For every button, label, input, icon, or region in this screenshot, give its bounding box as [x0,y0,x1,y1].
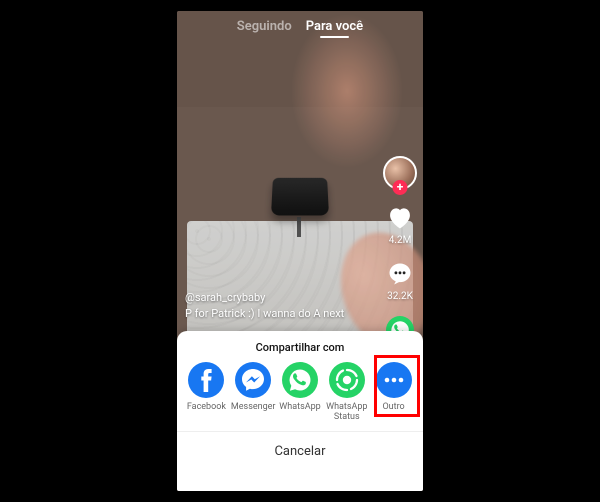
like-button[interactable]: 4.2M [385,203,415,246]
video-caption: @sarah_crybaby P for Patrick :) I wanna … [185,290,344,321]
stage: Seguindo Para você + 4.2M 32.2K [0,0,600,502]
messenger-icon [235,362,271,398]
share-option-whatsapp-status[interactable]: WhatsApp Status [325,362,369,421]
share-sheet-title: Compartilhar com [177,331,423,360]
share-option-messenger[interactable]: Messenger [231,362,275,421]
cancel-button[interactable]: Cancelar [177,432,423,471]
share-option-label: Outro [382,403,404,421]
whatsapp-icon [282,362,318,398]
caption-text: P for Patrick :) I wanna do A next [185,306,344,321]
tab-for-you[interactable]: Para você [306,19,363,34]
share-option-label: Facebook [187,403,226,421]
facebook-icon [188,362,224,398]
comment-icon [385,259,415,289]
share-option-label: WhatsApp [279,403,320,421]
right-rail: + 4.2M 32.2K [383,156,417,345]
share-option-facebook[interactable]: Facebook [184,362,228,421]
comment-count: 32.2K [387,291,413,302]
more-icon [376,362,412,398]
share-sheet: Compartilhar com Facebook Messenger [177,331,423,491]
share-option-whatsapp[interactable]: WhatsApp [278,362,322,421]
caption-user[interactable]: @sarah_crybaby [185,290,344,305]
share-options-row: Facebook Messenger WhatsApp [177,360,423,431]
share-option-label: WhatsApp Status [326,403,367,421]
comment-button[interactable]: 32.2K [385,259,415,302]
like-count: 4.2M [389,235,412,246]
follow-plus-icon[interactable]: + [393,180,408,195]
heart-icon [385,203,415,233]
author-avatar[interactable]: + [383,156,417,190]
phone-frame: Seguindo Para você + 4.2M 32.2K [177,11,423,491]
feed-tabs: Seguindo Para você [177,19,423,34]
share-option-label: Messenger [231,403,276,421]
share-option-other[interactable]: Outro [372,362,416,421]
tab-following[interactable]: Seguindo [237,19,292,34]
whatsapp-status-icon [329,362,365,398]
